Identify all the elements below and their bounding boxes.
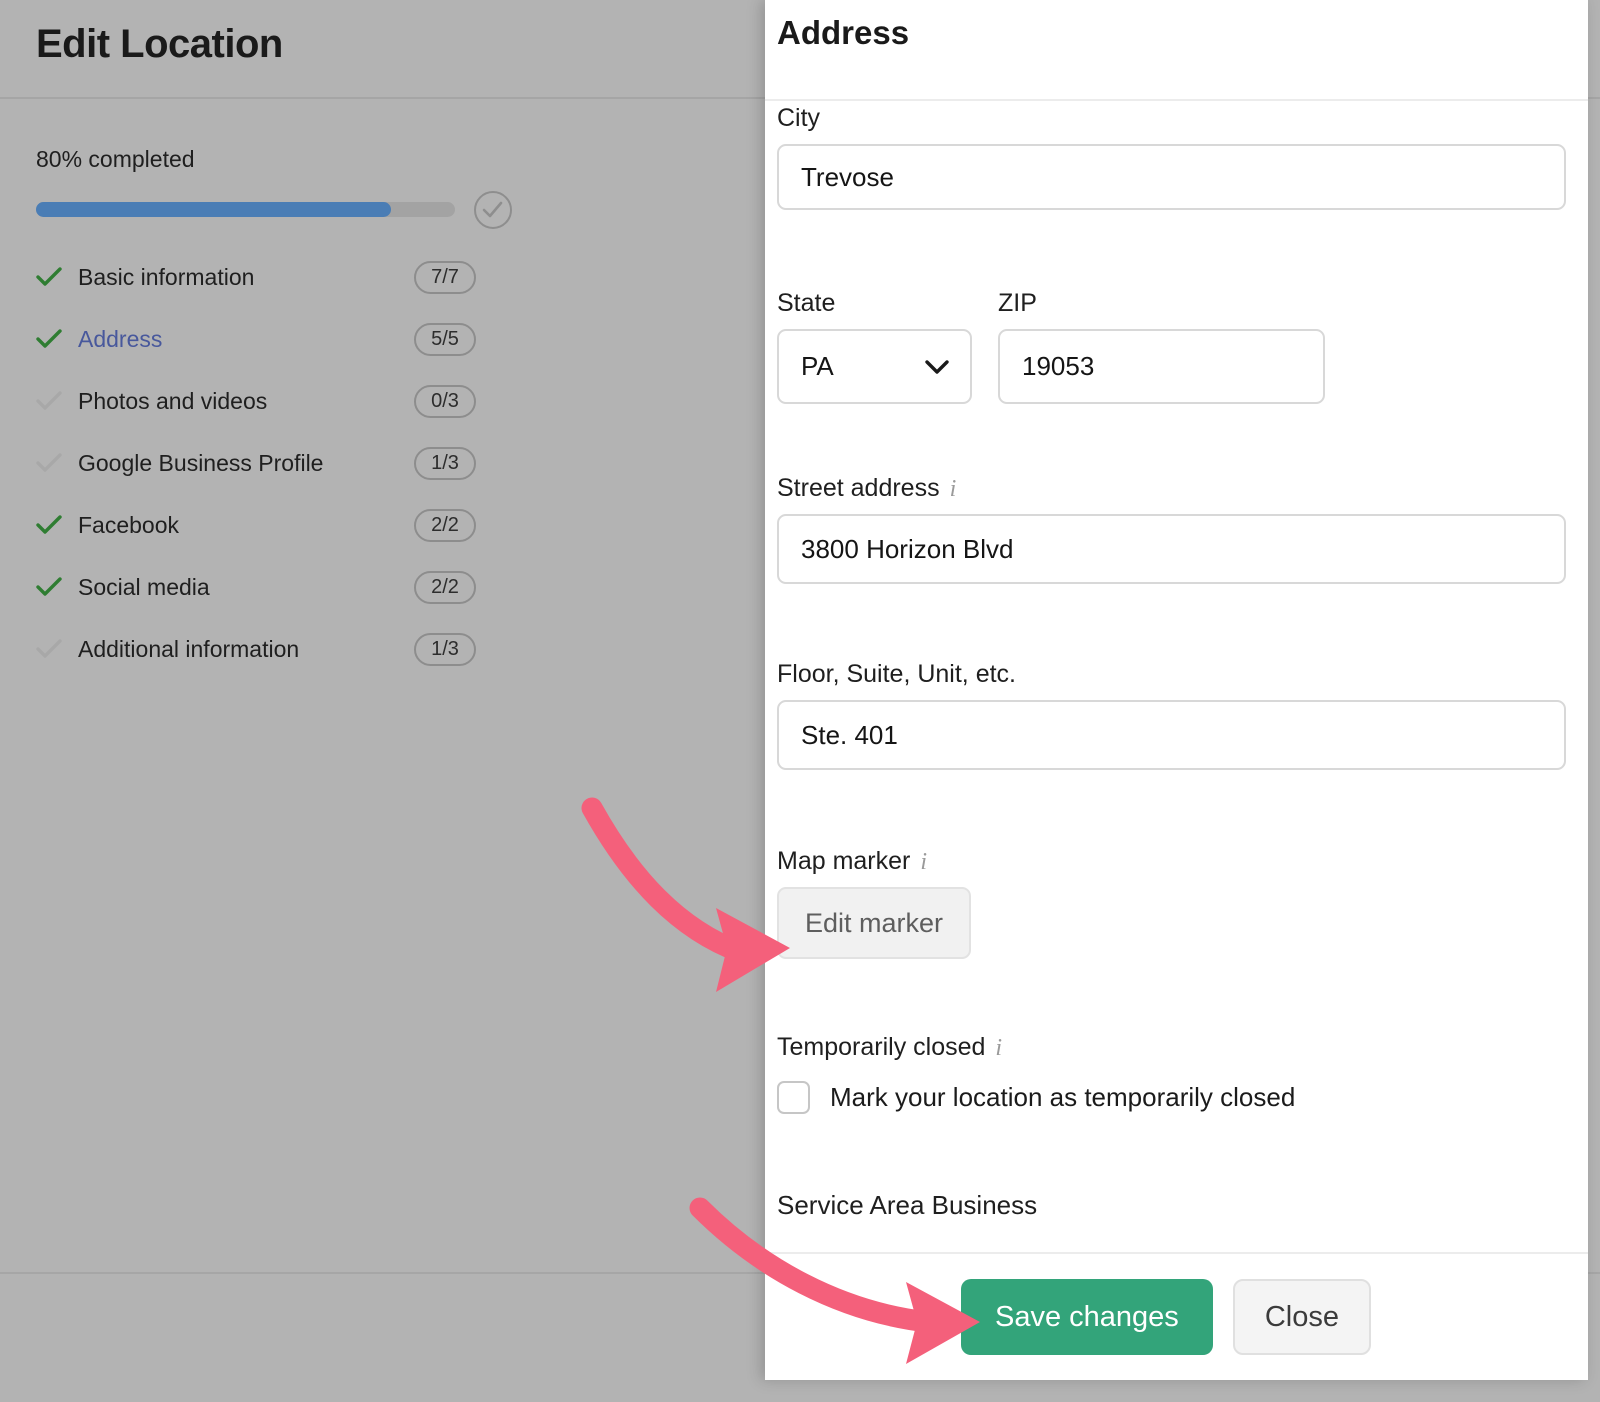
checklist-item-label: Social media [78,573,210,600]
map-marker-field-group: Map marker i Edit marker [777,847,972,959]
checklist-item-label: Facebook [78,511,180,538]
checklist-item-additional-information[interactable]: Additional information 1/3 [36,618,476,680]
info-icon[interactable]: i [950,477,957,501]
check-icon [36,328,70,350]
street-address-label: Street address i [777,474,957,502]
check-icon [36,452,70,474]
state-label: State [777,289,836,317]
check-icon [36,390,70,412]
panel-title: Address [777,14,910,51]
suite-input[interactable]: Ste. 401 [777,700,1566,770]
checklist-item-address[interactable]: Address 5/5 [36,308,476,370]
state-select[interactable]: PA [777,329,972,404]
suite-label: Floor, Suite, Unit, etc. [777,660,1016,688]
zip-label: ZIP [998,289,1037,317]
temporarily-closed-checkbox-label[interactable]: Mark your location as temporarily closed [830,1082,1295,1113]
zip-field-group: ZIP 19053 [998,289,1325,404]
checklist-item-label: Basic information [78,263,255,290]
check-icon [36,266,70,288]
temporarily-closed-label: Temporarily closed i [777,1033,1003,1061]
temporarily-closed-field-group: Temporarily closed i Mark your location … [777,1033,1566,1114]
checklist-item-label: Photos and videos [78,387,268,414]
completion-checklist: Basic information 7/7 Address 5/5 Photos… [36,246,476,680]
progress-bar [36,190,512,230]
checklist-item-photos-and-videos[interactable]: Photos and videos 0/3 [36,370,476,432]
street-address-field-group: Street address i 3800 Horizon Blvd [777,474,1566,584]
checklist-item-badge: 2/2 [414,570,476,604]
checklist-item-badge: 5/5 [414,322,476,356]
checklist-item-badge: 2/2 [414,508,476,542]
checklist-item-label: Google Business Profile [78,449,324,476]
close-button[interactable]: Close [1232,1279,1371,1355]
checklist-item-label: Additional information [78,635,300,662]
checklist-item-basic-information[interactable]: Basic information 7/7 [36,246,476,308]
state-field-group: State PA [777,289,972,404]
edit-marker-button[interactable]: Edit marker [777,887,972,959]
street-address-input[interactable]: 3800 Horizon Blvd [777,514,1566,584]
service-area-business-label: Service Area Business [777,1190,1038,1220]
city-input[interactable]: Trevose [777,144,1566,210]
progress-label: 80% completed [36,146,195,172]
city-label: City [777,104,821,132]
panel-footer: Save changes Close [765,1252,1588,1380]
temporarily-closed-checkbox[interactable] [777,1081,810,1114]
panel-header-divider [765,99,1588,101]
chevron-down-icon [924,351,950,382]
checklist-item-badge: 7/7 [414,260,476,294]
temporarily-closed-row: Mark your location as temporarily closed [777,1081,1566,1114]
map-marker-label: Map marker i [777,847,928,875]
checklist-item-facebook[interactable]: Facebook 2/2 [36,494,476,556]
progress-fill [36,202,391,217]
checklist-item-label: Address [78,325,163,352]
zip-input[interactable]: 19053 [998,329,1325,404]
save-changes-button[interactable]: Save changes [961,1279,1213,1355]
check-icon [36,638,70,660]
checklist-item-badge: 1/3 [414,446,476,480]
checklist-item-badge: 0/3 [414,384,476,418]
checklist-item-social-media[interactable]: Social media 2/2 [36,556,476,618]
service-area-business-field-group: Service Area Business [777,1190,1037,1221]
check-icon [36,514,70,536]
state-select-value: PA [801,351,834,381]
info-icon[interactable]: i [995,1036,1002,1060]
info-icon[interactable]: i [920,850,927,874]
completion-progress-section: 80% completed [36,146,512,230]
panel-body: Address City Trevose State PA ZIP 19053 … [765,0,1588,1252]
city-field-group: City Trevose [777,104,1566,210]
check-circle-icon [474,191,512,229]
checklist-item-google-business-profile[interactable]: Google Business Profile 1/3 [36,432,476,494]
suite-field-group: Floor, Suite, Unit, etc. Ste. 401 [777,660,1566,770]
check-icon [36,576,70,598]
address-edit-panel: Address City Trevose State PA ZIP 19053 … [765,0,1588,1380]
page-title: Edit Location [36,22,283,66]
checklist-item-badge: 1/3 [414,632,476,666]
